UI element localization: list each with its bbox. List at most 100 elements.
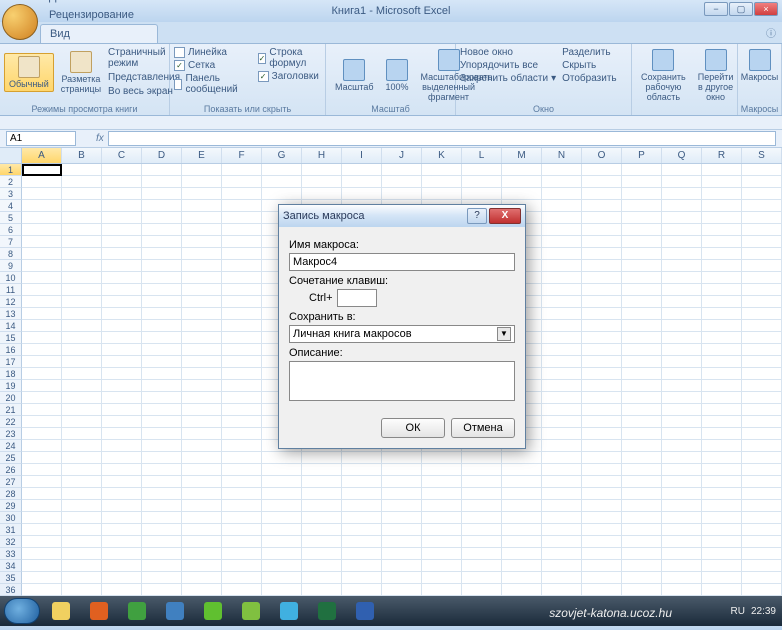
cell[interactable] xyxy=(622,404,662,416)
cell[interactable] xyxy=(62,296,102,308)
cell[interactable] xyxy=(222,548,262,560)
cell[interactable] xyxy=(662,332,702,344)
cell[interactable] xyxy=(662,320,702,332)
cell[interactable] xyxy=(102,188,142,200)
row-header[interactable]: 12 xyxy=(0,296,22,308)
cell[interactable] xyxy=(62,212,102,224)
cell[interactable] xyxy=(342,524,382,536)
cell[interactable] xyxy=(582,452,622,464)
cell[interactable] xyxy=(382,500,422,512)
cell[interactable] xyxy=(582,476,622,488)
cell[interactable] xyxy=(342,548,382,560)
cell[interactable] xyxy=(142,524,182,536)
cell[interactable] xyxy=(62,248,102,260)
cell[interactable] xyxy=(142,320,182,332)
dialog-titlebar[interactable]: Запись макроса ? X xyxy=(279,205,525,227)
taskbar-icon-explorer[interactable] xyxy=(44,599,78,623)
cell[interactable] xyxy=(102,428,142,440)
cell[interactable] xyxy=(222,488,262,500)
cell[interactable] xyxy=(62,176,102,188)
cell[interactable] xyxy=(222,464,262,476)
cell[interactable] xyxy=(142,200,182,212)
cell[interactable] xyxy=(182,176,222,188)
cell[interactable] xyxy=(262,452,302,464)
cell[interactable] xyxy=(702,296,742,308)
row-header[interactable]: 20 xyxy=(0,392,22,404)
cell[interactable] xyxy=(22,308,62,320)
cell[interactable] xyxy=(742,416,782,428)
cell[interactable] xyxy=(182,440,222,452)
cell[interactable] xyxy=(622,296,662,308)
cell[interactable] xyxy=(22,284,62,296)
cell[interactable] xyxy=(102,584,142,596)
cell[interactable] xyxy=(742,284,782,296)
shortcut-input[interactable] xyxy=(337,289,377,307)
cell[interactable] xyxy=(742,164,782,176)
cell[interactable] xyxy=(62,488,102,500)
cell[interactable] xyxy=(382,164,422,176)
cell[interactable] xyxy=(142,560,182,572)
cell[interactable] xyxy=(462,188,502,200)
cell[interactable] xyxy=(102,284,142,296)
cell[interactable] xyxy=(62,164,102,176)
cell[interactable] xyxy=(302,476,342,488)
minimize-button[interactable]: − xyxy=(704,2,728,16)
cell[interactable] xyxy=(742,236,782,248)
cell[interactable] xyxy=(62,272,102,284)
cell[interactable] xyxy=(582,176,622,188)
cell[interactable] xyxy=(662,416,702,428)
cell[interactable] xyxy=(502,488,542,500)
row-header[interactable]: 13 xyxy=(0,308,22,320)
cell[interactable] xyxy=(262,464,302,476)
cell[interactable] xyxy=(102,524,142,536)
cell[interactable] xyxy=(142,284,182,296)
column-header[interactable]: F xyxy=(222,148,262,163)
cell[interactable] xyxy=(142,536,182,548)
cell[interactable] xyxy=(222,320,262,332)
cell[interactable] xyxy=(702,464,742,476)
cell[interactable] xyxy=(382,548,422,560)
cell[interactable] xyxy=(182,236,222,248)
cell[interactable] xyxy=(222,404,262,416)
cell[interactable] xyxy=(142,440,182,452)
row-header[interactable]: 33 xyxy=(0,548,22,560)
cell[interactable] xyxy=(62,452,102,464)
cell[interactable] xyxy=(582,428,622,440)
row-header[interactable]: 11 xyxy=(0,284,22,296)
cell[interactable] xyxy=(62,536,102,548)
tray-lang[interactable]: RU xyxy=(731,606,745,617)
cell[interactable] xyxy=(702,440,742,452)
taskbar-icon-app1[interactable] xyxy=(158,599,192,623)
cell[interactable] xyxy=(542,260,582,272)
cell[interactable] xyxy=(662,224,702,236)
column-header[interactable]: K xyxy=(422,148,462,163)
cell[interactable] xyxy=(702,548,742,560)
cell[interactable] xyxy=(502,476,542,488)
cell[interactable] xyxy=(22,224,62,236)
cell[interactable] xyxy=(662,248,702,260)
cell[interactable] xyxy=(502,524,542,536)
taskbar-icon-qip[interactable] xyxy=(196,599,230,623)
cell[interactable] xyxy=(582,308,622,320)
cell[interactable] xyxy=(182,380,222,392)
cell[interactable] xyxy=(262,512,302,524)
cell[interactable] xyxy=(102,440,142,452)
cell[interactable] xyxy=(542,536,582,548)
cell[interactable] xyxy=(222,416,262,428)
cell[interactable] xyxy=(742,464,782,476)
cell[interactable] xyxy=(742,392,782,404)
cell[interactable] xyxy=(422,176,462,188)
row-header[interactable]: 24 xyxy=(0,440,22,452)
cell[interactable] xyxy=(62,524,102,536)
cell[interactable] xyxy=(222,356,262,368)
cell[interactable] xyxy=(742,308,782,320)
cell[interactable] xyxy=(22,500,62,512)
cell[interactable] xyxy=(662,344,702,356)
cell[interactable] xyxy=(582,488,622,500)
cell[interactable] xyxy=(62,368,102,380)
taskbar-icon-app2[interactable] xyxy=(234,599,268,623)
row-header[interactable]: 22 xyxy=(0,416,22,428)
column-header[interactable]: C xyxy=(102,148,142,163)
cell[interactable] xyxy=(542,440,582,452)
view-normal-button[interactable]: Обычный xyxy=(4,53,54,92)
